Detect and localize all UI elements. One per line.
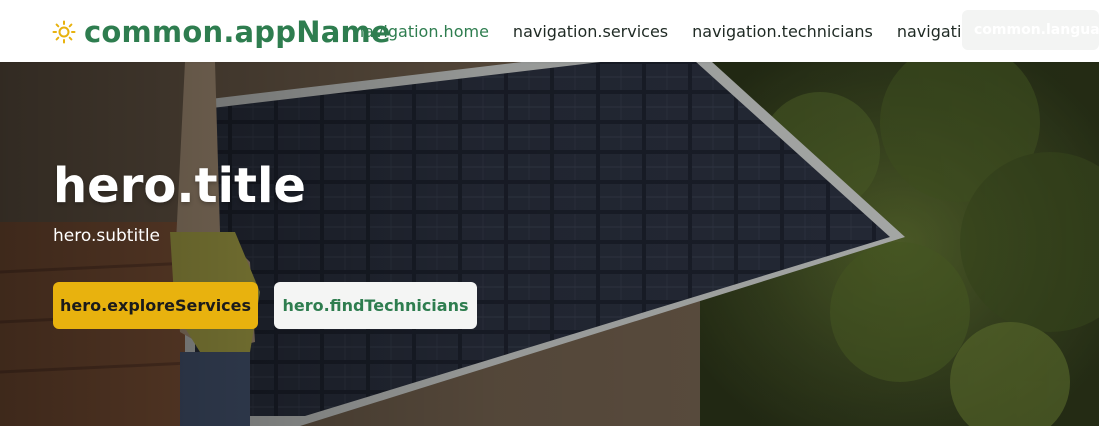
explore-services-button[interactable]: hero.exploreServices xyxy=(53,282,258,329)
top-navbar: common.appName navigation.home navigatio… xyxy=(0,0,1099,62)
nav-link-technicians[interactable]: navigation.technicians xyxy=(692,22,873,41)
hero-title: hero.title xyxy=(53,158,306,214)
main-navigation: navigation.home navigation.services navi… xyxy=(354,0,1046,62)
hero-actions: hero.exploreServices hero.findTechnician… xyxy=(53,282,477,329)
nav-link-home[interactable]: navigation.home xyxy=(354,22,489,41)
brand-logo[interactable]: common.appName xyxy=(52,12,391,52)
find-technicians-button[interactable]: hero.findTechnicians xyxy=(274,282,477,329)
language-button[interactable]: common.language xyxy=(962,10,1099,50)
hero-subtitle: hero.subtitle xyxy=(53,226,161,246)
app-name: common.appName xyxy=(84,15,391,49)
nav-link-services[interactable]: navigation.services xyxy=(513,22,668,41)
sun-icon xyxy=(52,20,76,44)
hero-text: hero.title hero.subtitle xyxy=(53,158,306,246)
hero-section: hero.title hero.subtitle hero.exploreSer… xyxy=(0,62,1099,426)
